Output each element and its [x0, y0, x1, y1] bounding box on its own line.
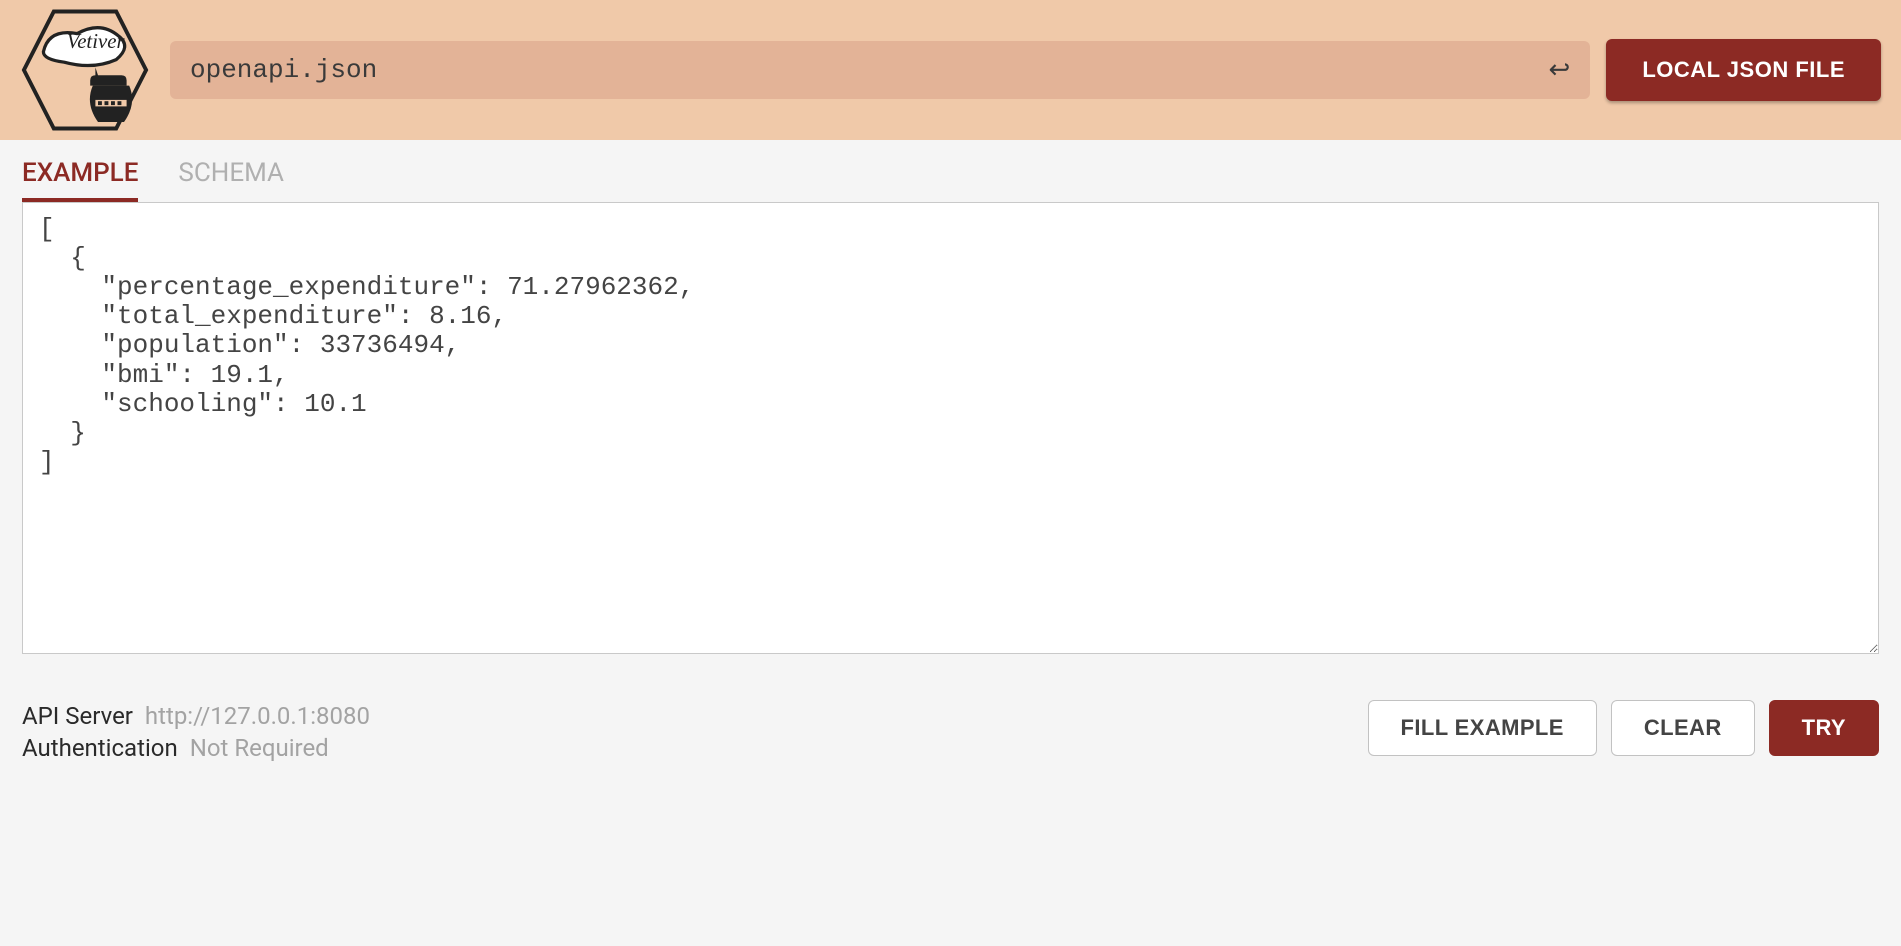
- enter-icon: ↩: [1549, 55, 1571, 85]
- request-body-editor[interactable]: [22, 202, 1879, 654]
- api-server-value: http://127.0.0.1:8080: [145, 702, 370, 730]
- authentication-value: Not Required: [190, 734, 329, 762]
- tabs: EXAMPLE SCHEMA: [22, 158, 1879, 202]
- footer: API Server http://127.0.0.1:8080 Authent…: [0, 682, 1901, 765]
- url-input-wrap[interactable]: ↩: [170, 41, 1590, 99]
- try-button[interactable]: TRY: [1769, 700, 1879, 756]
- authentication-label: Authentication: [22, 734, 178, 762]
- action-buttons: FILL EXAMPLE CLEAR TRY: [1368, 700, 1879, 756]
- server-info: API Server http://127.0.0.1:8080 Authent…: [22, 700, 370, 765]
- header-bar: Vetiver ↩ LOCAL JSON FILE: [0, 0, 1901, 140]
- content-area: EXAMPLE SCHEMA: [0, 140, 1901, 682]
- tab-example[interactable]: EXAMPLE: [22, 158, 138, 202]
- vetiver-logo: Vetiver: [20, 5, 150, 135]
- spec-url-input[interactable]: [190, 55, 1549, 85]
- svg-text:Vetiver: Vetiver: [67, 30, 126, 53]
- local-json-file-button[interactable]: LOCAL JSON FILE: [1606, 39, 1881, 101]
- tab-schema[interactable]: SCHEMA: [178, 158, 284, 202]
- fill-example-button[interactable]: FILL EXAMPLE: [1368, 700, 1597, 756]
- api-server-label: API Server: [22, 702, 133, 730]
- url-bar: ↩ LOCAL JSON FILE: [170, 39, 1881, 101]
- clear-button[interactable]: CLEAR: [1611, 700, 1755, 756]
